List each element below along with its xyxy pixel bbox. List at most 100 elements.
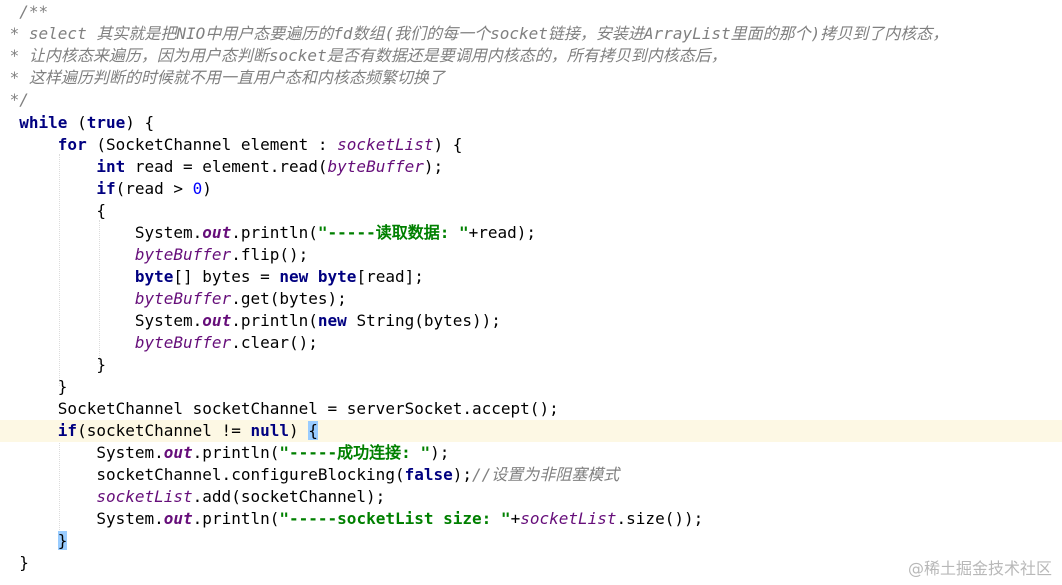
code-line: * select 其实就是把NIO中用户态要遍历的fd数组(我们的每一个sock… (0, 23, 1062, 45)
code-line: } (0, 552, 1062, 574)
static-field-ref: out (202, 311, 232, 330)
watermark: @稀土掘金技术社区 (907, 559, 1052, 578)
code-text: .println( (231, 311, 318, 330)
field-ref: byteBuffer (327, 157, 424, 176)
code-text: System. (134, 311, 203, 330)
static-field-ref: out (163, 509, 193, 528)
matched-brace: { (308, 421, 318, 440)
code-text: System. (96, 509, 164, 528)
string-literal: "-----socketList size: " (279, 509, 511, 528)
code-text: +read); (468, 223, 537, 242)
code-text: (read > (115, 179, 193, 198)
code-text: .println( (231, 223, 318, 242)
code-text: .add(socketChannel); (192, 487, 386, 506)
brace: } (19, 553, 29, 572)
code-text: ); (430, 443, 450, 462)
field-ref: byteBuffer (134, 245, 232, 264)
code-text: (SocketChannel element : (86, 135, 338, 154)
code-text: ); (423, 157, 444, 176)
code-text: .flip(); (231, 245, 309, 264)
keyword: null (250, 421, 289, 440)
field-ref: byteBuffer (134, 333, 232, 352)
code-text: + (510, 509, 521, 528)
keyword: if (96, 179, 116, 198)
keyword: byte (134, 267, 174, 286)
code-line: byteBuffer.flip(); (0, 244, 1062, 266)
number-literal: 0 (192, 179, 203, 198)
matched-brace: } (57, 531, 68, 550)
code-line: byte[] bytes = new byte[read]; (0, 266, 1062, 288)
keyword: int (96, 157, 126, 176)
code-text: ) (202, 179, 212, 198)
code-text: .get(bytes); (231, 289, 347, 308)
code-line: if(read > 0) (0, 178, 1062, 200)
code-text: (socketChannel != (77, 421, 251, 440)
code-line: System.out.println("-----成功连接: "); (0, 442, 1062, 464)
code-text: [] bytes = (173, 267, 280, 286)
code-text: .println( (192, 443, 280, 462)
static-field-ref: out (202, 223, 232, 242)
code-line: System.out.println("-----socketList size… (0, 508, 1062, 530)
code-text: ( (67, 113, 87, 132)
keyword: new (317, 311, 347, 330)
code-text: System. (134, 223, 203, 242)
keyword: false (404, 465, 453, 484)
code-line: } (0, 530, 1062, 552)
comment-text: * 这样遍历判断的时候就不用一直用户态和内核态频繁切换了 (0, 68, 445, 87)
code-text: [read]; (356, 267, 424, 286)
keyword: for (57, 135, 87, 154)
static-field-ref: out (163, 443, 193, 462)
code-line: /** (0, 1, 1062, 23)
code-line: for (SocketChannel element : socketList)… (0, 134, 1062, 156)
code-line: socketChannel.configureBlocking(false);/… (0, 464, 1062, 486)
code-text: ); (452, 465, 473, 484)
comment-text: /** (19, 2, 49, 21)
code-text: .clear(); (231, 333, 318, 352)
code-text: read = element.read( (125, 157, 328, 176)
code-line: { (0, 200, 1062, 222)
code-line: byteBuffer.get(bytes); (0, 288, 1062, 310)
string-literal: "-----成功连接: " (279, 443, 431, 462)
brace: { (96, 201, 106, 220)
code-line: while (true) { (0, 112, 1062, 134)
code-text: .println( (192, 509, 280, 528)
code-text: ) { (125, 113, 155, 132)
current-line: if(socketChannel != null) { (0, 420, 1062, 442)
code-line: * 让内核态来遍历，因为用户态判断socket是否有数据还是要调用内核态的，所有… (0, 45, 1062, 67)
field-ref: socketList (520, 509, 617, 528)
code-text: socketChannel.configureBlocking( (96, 465, 405, 484)
brace: } (96, 355, 106, 374)
code-line: System.out.println("-----读取数据: "+read); (0, 222, 1062, 244)
code-text: String(bytes)); (346, 311, 501, 330)
comment-text: * 让内核态来遍历，因为用户态判断socket是否有数据还是要调用内核态的，所有… (0, 46, 727, 65)
keyword: if (57, 421, 78, 440)
keyword: true (86, 113, 126, 132)
string-literal: "-----读取数据: " (317, 223, 469, 242)
code-line: * 这样遍历判断的时候就不用一直用户态和内核态频繁切换了 (0, 67, 1062, 89)
code-line: int read = element.read(byteBuffer); (0, 156, 1062, 178)
keyword: while (19, 113, 68, 132)
code-line: byteBuffer.clear(); (0, 332, 1062, 354)
comment-text: //设置为非阻塞模式 (472, 465, 620, 484)
code-line: SocketChannel socketChannel = serverSock… (0, 398, 1062, 420)
code-text: ) (288, 421, 309, 440)
code-editor[interactable]: /** * select 其实就是把NIO中用户态要遍历的fd数组(我们的每一个… (0, 0, 1062, 585)
field-ref: socketList (96, 487, 193, 506)
comment-text: * select 其实就是把NIO中用户态要遍历的fd数组(我们的每一个sock… (0, 24, 949, 43)
code-text: ) { (433, 135, 463, 154)
code-text: SocketChannel socketChannel = serverSock… (57, 399, 559, 418)
code-line: } (0, 354, 1062, 376)
code-line: socketList.add(socketChannel); (0, 486, 1062, 508)
field-ref: socketList (337, 135, 434, 154)
keyword: byte (317, 267, 357, 286)
code-text: .size()); (616, 509, 704, 528)
brace: } (57, 377, 68, 396)
keyword: new (279, 267, 309, 286)
comment-text: */ (0, 90, 29, 109)
field-ref: byteBuffer (134, 289, 232, 308)
code-text: System. (96, 443, 164, 462)
code-line: System.out.println(new String(bytes)); (0, 310, 1062, 332)
code-line: */ (0, 89, 1062, 111)
code-line: } (0, 376, 1062, 398)
